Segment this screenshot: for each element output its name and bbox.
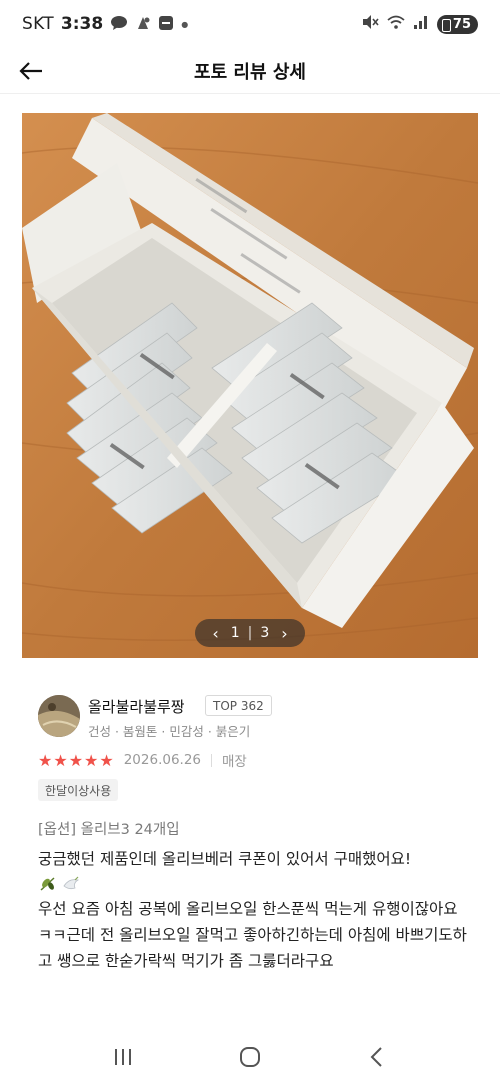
system-nav-bar xyxy=(0,1030,500,1083)
review-text: 궁금했던 제품인데 올리브베러 쿠폰이 있어서 구매했어요! 우선 요즘 아침 … xyxy=(38,846,468,974)
page-title: 포토 리뷰 상세 xyxy=(194,61,306,83)
review-line: 우선 요즘 아침 공복에 올리브오일 한스푼씩 먹는게 유행이잖아요ㅋㅋ근데 전… xyxy=(38,900,467,970)
prev-photo-button[interactable]: ‹ xyxy=(208,624,222,643)
rating-row: ★ ★ ★ ★ ★ 2026.06.26 매장 xyxy=(38,750,247,771)
recent-apps-icon xyxy=(115,1048,132,1065)
star-icon: ★ xyxy=(84,750,99,770)
divider xyxy=(211,753,213,767)
emoji-row xyxy=(38,872,468,896)
rank-badge: TOP 362 xyxy=(205,695,272,716)
system-back-button[interactable] xyxy=(357,1037,397,1077)
back-button[interactable] xyxy=(14,54,48,88)
signal-icon xyxy=(413,14,429,34)
home-icon xyxy=(239,1046,260,1067)
star-icon: ★ xyxy=(68,750,84,770)
reviewer-nickname[interactable]: 올라불라불루짱 xyxy=(88,696,185,717)
star-icon: ★ xyxy=(53,750,68,770)
mute-icon xyxy=(361,14,379,34)
chat-bubble-icon xyxy=(110,15,128,34)
review-photo[interactable] xyxy=(22,113,478,658)
star-rating: ★ ★ ★ ★ ★ xyxy=(38,751,114,770)
pager-separator: | xyxy=(247,625,253,641)
app-header: 포토 리뷰 상세 xyxy=(0,48,500,94)
pager-current: 1 xyxy=(230,625,240,641)
arrow-left-icon xyxy=(19,62,42,80)
wifi-icon xyxy=(387,14,405,34)
olive-emoji-icon xyxy=(40,877,55,891)
more-dot-icon: ● xyxy=(181,19,189,29)
battery-level: 75 xyxy=(452,16,471,32)
product-option: [옵션] 올리브3 24개입 xyxy=(38,822,180,838)
clock: 3:38 xyxy=(60,14,104,34)
carrier-label: SKT xyxy=(22,14,54,34)
star-icon: ★ xyxy=(38,750,53,770)
review-line: 궁금했던 제품인데 올리브베러 쿠폰이 있어서 구매했어요! xyxy=(38,850,412,868)
usage-tag: 한달이상사용 xyxy=(38,779,119,801)
star-icon: ★ xyxy=(99,750,114,770)
avatar[interactable] xyxy=(38,695,80,737)
notification-icon xyxy=(135,15,151,34)
skin-info: 건성 · 봄웜톤 · 민감성 · 붉은기 xyxy=(88,724,251,739)
pager-total: 3 xyxy=(260,625,270,641)
purchase-channel: 매장 xyxy=(222,754,247,770)
recent-apps-button[interactable] xyxy=(103,1037,143,1077)
photo-pager: ‹ 1 | 3 › xyxy=(195,619,305,647)
status-bar: SKT 3:38 ● 75 xyxy=(0,0,500,48)
battery-icon: 75 xyxy=(436,14,478,34)
home-button[interactable] xyxy=(230,1037,270,1077)
product-box-photo xyxy=(22,113,478,658)
app-icon xyxy=(158,15,174,34)
back-icon xyxy=(370,1046,382,1067)
review-date: 2026.06.26 xyxy=(123,752,202,768)
next-photo-button[interactable]: › xyxy=(277,624,291,643)
dove-emoji-icon xyxy=(63,876,80,890)
